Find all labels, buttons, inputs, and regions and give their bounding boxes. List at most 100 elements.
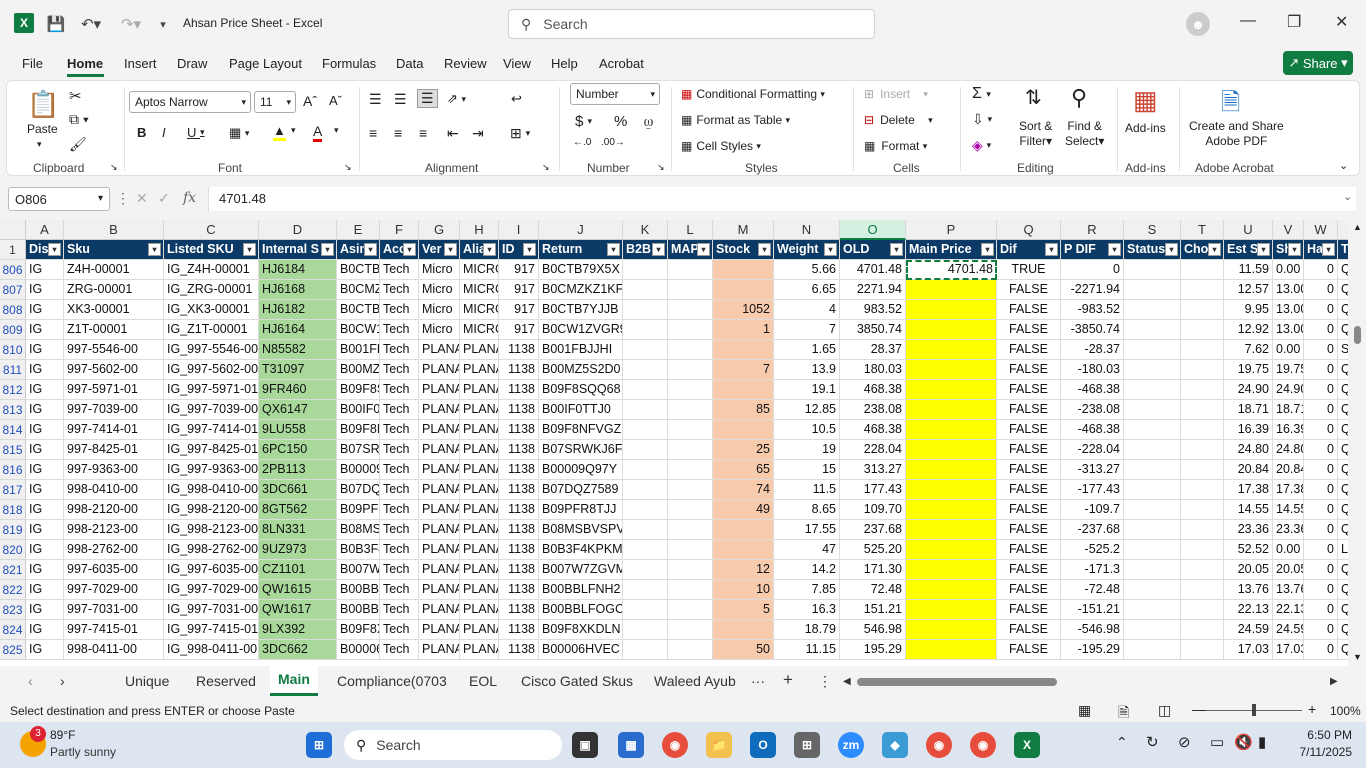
cell-q807[interactable]: FALSE <box>997 280 1061 300</box>
cell-s821[interactable] <box>1124 560 1181 580</box>
cell-a823[interactable]: IG <box>26 600 64 620</box>
cell-g809[interactable]: Micro <box>419 320 460 340</box>
cell-x810[interactable]: S <box>1338 340 1348 360</box>
cell-q813[interactable]: FALSE <box>997 400 1061 420</box>
cell-g821[interactable]: PLANA <box>419 560 460 580</box>
cell-v808[interactable]: 13.00 <box>1273 300 1304 320</box>
cell-u813[interactable]: 18.71 <box>1224 400 1273 420</box>
cell-a824[interactable]: IG <box>26 620 64 640</box>
cell-k825[interactable] <box>623 640 668 660</box>
cell-r814[interactable]: -468.38 <box>1061 420 1124 440</box>
tab-view[interactable]: View <box>503 56 531 71</box>
filter-dropdown-icon[interactable]: ▾ <box>652 243 665 256</box>
zoom-app-icon[interactable]: zm <box>838 732 864 758</box>
cell-s824[interactable] <box>1124 620 1181 640</box>
cell-k808[interactable] <box>623 300 668 320</box>
cell-g819[interactable]: PLANA <box>419 520 460 540</box>
cell-t824[interactable] <box>1181 620 1224 640</box>
header-cell[interactable]: Internal S ▾ <box>259 240 337 260</box>
cell-d818[interactable]: 8GT562 <box>259 500 337 520</box>
cell-b811[interactable]: 997-5602-00 <box>64 360 164 380</box>
cell-q823[interactable]: FALSE <box>997 600 1061 620</box>
chrome-profile-icon[interactable]: ◉ <box>926 732 952 758</box>
cell-f815[interactable]: Tech <box>380 440 419 460</box>
cell-m823[interactable]: 5 <box>713 600 774 620</box>
cell-a822[interactable]: IG <box>26 580 64 600</box>
cell-r819[interactable]: -237.68 <box>1061 520 1124 540</box>
cell-b812[interactable]: 997-5971-01 <box>64 380 164 400</box>
cell-w815[interactable]: 0 <box>1304 440 1338 460</box>
column-header-d[interactable]: D <box>259 220 337 240</box>
cell-c814[interactable]: IG_997-7414-01 <box>164 420 259 440</box>
cell-j807[interactable]: B0CMZKZ1KF <box>539 280 623 300</box>
cell-d812[interactable]: 9FR460 <box>259 380 337 400</box>
cell-r812[interactable]: -468.38 <box>1061 380 1124 400</box>
cell-d816[interactable]: 2PB113 <box>259 460 337 480</box>
cell-h806[interactable]: MICRO <box>460 260 499 280</box>
cell-d817[interactable]: 3DC661 <box>259 480 337 500</box>
cell-h823[interactable]: PLANA <box>460 600 499 620</box>
cell-a810[interactable]: IG <box>26 340 64 360</box>
cell-e819[interactable]: B08MS <box>337 520 380 540</box>
cell-a817[interactable]: IG <box>26 480 64 500</box>
cell-k821[interactable] <box>623 560 668 580</box>
cell-v815[interactable]: 24.80 <box>1273 440 1304 460</box>
format-painter-icon[interactable]: 🖌 <box>69 136 87 153</box>
cell-r825[interactable]: -195.29 <box>1061 640 1124 660</box>
borders-icon[interactable]: ▦ ▾ <box>229 125 249 141</box>
cell-h808[interactable]: MICRO <box>460 300 499 320</box>
cell-w810[interactable]: 0 <box>1304 340 1338 360</box>
cell-q811[interactable]: FALSE <box>997 360 1061 380</box>
cell-d824[interactable]: 9LX392 <box>259 620 337 640</box>
cell-o810[interactable]: 28.37 <box>840 340 906 360</box>
cell-l823[interactable] <box>668 600 713 620</box>
cell-q816[interactable]: FALSE <box>997 460 1061 480</box>
cell-v806[interactable]: 0.00 <box>1273 260 1304 280</box>
cell-w817[interactable]: 0 <box>1304 480 1338 500</box>
filter-dropdown-icon[interactable]: ▾ <box>1108 243 1121 256</box>
cell-x809[interactable]: Q <box>1338 320 1348 340</box>
cell-j813[interactable]: B00IF0TTJ0 <box>539 400 623 420</box>
cell-f824[interactable]: Tech <box>380 620 419 640</box>
cell-r816[interactable]: -313.27 <box>1061 460 1124 480</box>
cell-x814[interactable]: Q <box>1338 420 1348 440</box>
sheet-tab-unique[interactable]: Unique <box>125 673 169 689</box>
row-header[interactable]: 818 <box>0 500 26 520</box>
cell-g820[interactable]: PLANA <box>419 540 460 560</box>
cell-m809[interactable]: 1 <box>713 320 774 340</box>
cell-k813[interactable] <box>623 400 668 420</box>
cell-t816[interactable] <box>1181 460 1224 480</box>
cell-u820[interactable]: 52.52 <box>1224 540 1273 560</box>
wrap-text-icon[interactable]: ↩ <box>511 91 522 107</box>
collapse-ribbon-icon[interactable]: ⌄ <box>1339 159 1348 172</box>
cell-p825[interactable] <box>906 640 997 660</box>
align-bottom-icon[interactable]: ☰ <box>417 89 438 108</box>
cell-f817[interactable]: Tech <box>380 480 419 500</box>
row-header[interactable]: 822 <box>0 580 26 600</box>
cell-n818[interactable]: 8.65 <box>774 500 840 520</box>
column-header-g[interactable]: G <box>419 220 460 240</box>
column-header-j[interactable]: J <box>539 220 623 240</box>
column-header-n[interactable]: N <box>774 220 840 240</box>
cell-l812[interactable] <box>668 380 713 400</box>
cell-s819[interactable] <box>1124 520 1181 540</box>
cell-u824[interactable]: 24.59 <box>1224 620 1273 640</box>
cell-p811[interactable] <box>906 360 997 380</box>
align-middle-icon[interactable]: ☰ <box>394 91 407 108</box>
cell-c820[interactable]: IG_998-2762-00 <box>164 540 259 560</box>
cell-o823[interactable]: 151.21 <box>840 600 906 620</box>
cell-r807[interactable]: -2271.94 <box>1061 280 1124 300</box>
column-header-b[interactable]: B <box>64 220 164 240</box>
cell-j817[interactable]: B07DQZ7589 <box>539 480 623 500</box>
tab-draw[interactable]: Draw <box>177 56 207 71</box>
cell-s815[interactable] <box>1124 440 1181 460</box>
cell-n806[interactable]: 5.66 <box>774 260 840 280</box>
cell-o814[interactable]: 468.38 <box>840 420 906 440</box>
cell-h807[interactable]: MICRO <box>460 280 499 300</box>
cell-p816[interactable] <box>906 460 997 480</box>
row-header[interactable]: 825 <box>0 640 26 660</box>
cell-k817[interactable] <box>623 480 668 500</box>
cell-n820[interactable]: 47 <box>774 540 840 560</box>
cell-h820[interactable]: PLANA <box>460 540 499 560</box>
cell-k820[interactable] <box>623 540 668 560</box>
